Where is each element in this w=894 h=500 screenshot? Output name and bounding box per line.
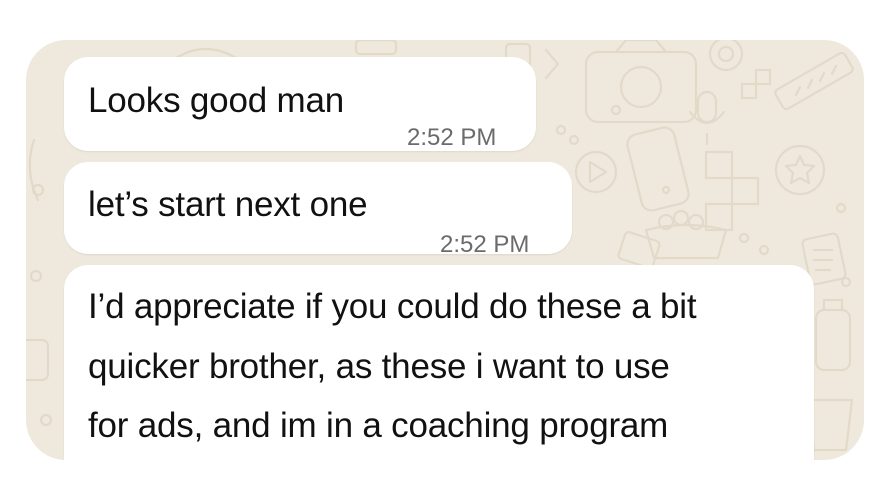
disc-icon — [708, 40, 744, 72]
left-wallpaper-icon — [26, 138, 50, 382]
ruler-icon — [774, 51, 854, 111]
message-bubble-incoming[interactable]: Looks good man 2:52 PM — [64, 57, 536, 151]
bottle-icon — [814, 298, 852, 372]
play-icon — [574, 150, 618, 194]
phone-icon — [626, 126, 690, 212]
chat-panel: Looks good man 2:52 PM let’s start next … — [26, 40, 864, 460]
puzzle-icon — [704, 68, 772, 232]
star-icon — [774, 144, 826, 196]
message-text-line: for ads, and im in a coaching program — [88, 406, 669, 445]
message-timestamp: 2:52 PM — [440, 231, 530, 258]
message-text: Looks good man — [88, 81, 344, 120]
camera-icon — [584, 40, 698, 124]
message-text-line: quicker brother, as these i want to use — [88, 347, 670, 386]
message-bubble-incoming[interactable]: let’s start next one 2:52 PM — [64, 162, 572, 258]
gift-icon — [617, 231, 661, 269]
message-text-line: I’d appreciate if you could do these a b… — [88, 287, 697, 326]
cup-icon — [806, 398, 854, 452]
message-bubble-incoming[interactable]: I’d appreciate if you could do these a b… — [64, 265, 814, 460]
message-timestamp: 2:52 PM — [407, 124, 497, 151]
message-text: let’s start next one — [88, 185, 368, 224]
